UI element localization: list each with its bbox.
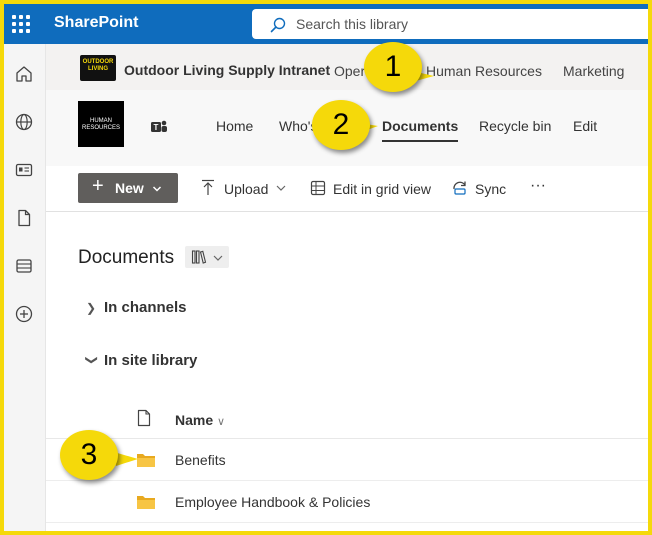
callout-2: 2 <box>312 100 370 150</box>
callout-3: 3 <box>60 430 118 480</box>
callout-1: 1 <box>364 42 422 92</box>
app-frame: SharePoint Search this library OUTDOOR L… <box>4 4 648 531</box>
